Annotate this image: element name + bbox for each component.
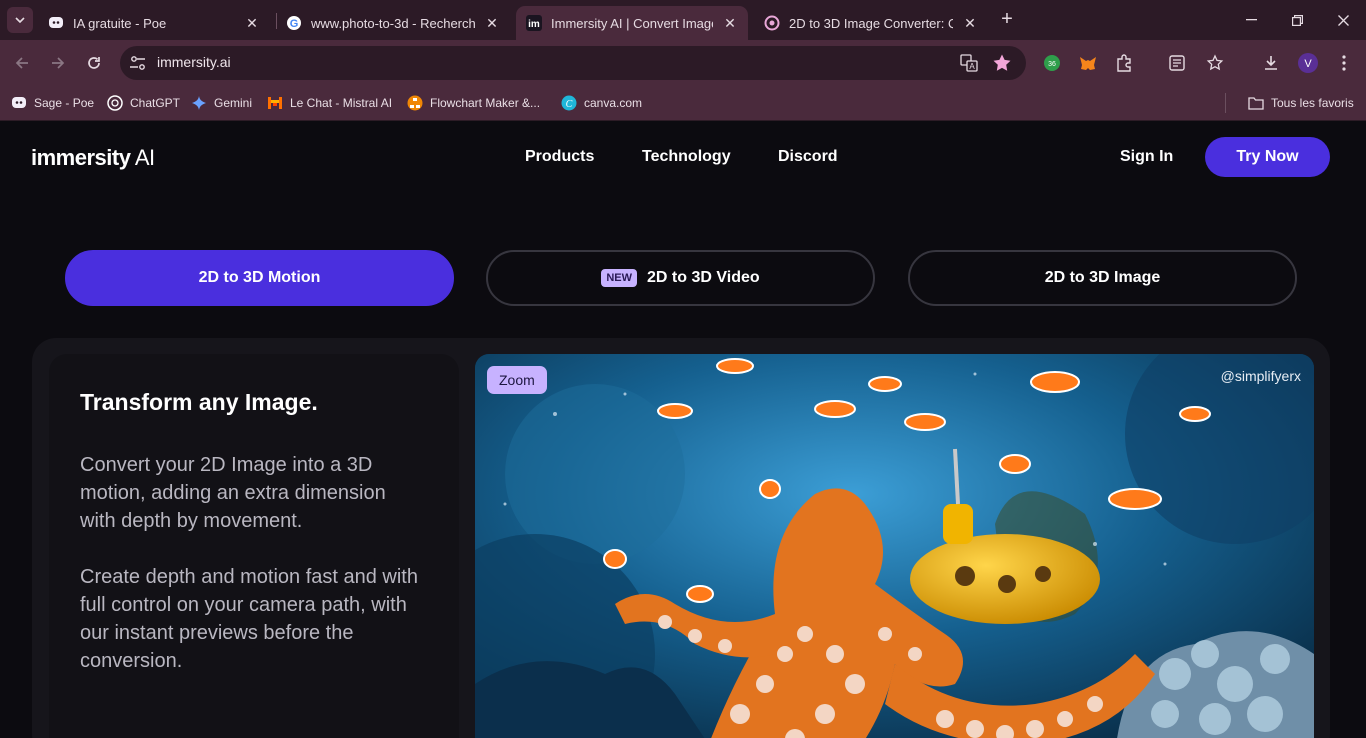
canva-icon: C (561, 95, 577, 111)
nav-discord[interactable]: Discord (778, 148, 838, 166)
tab-google[interactable]: G www.photo-to-3d - Recherche G ✕ (276, 6, 510, 40)
svg-text:C: C (566, 99, 573, 110)
tab-title: www.photo-to-3d - Recherche G (311, 15, 475, 31)
bookmarks-bar: Sage - Poe ChatGPT Gemini Le Chat - Mist… (0, 86, 1366, 121)
tab-strip: IA gratuite - Poe ✕ G www.photo-to-3d - … (0, 0, 1366, 40)
bookmark-label: Tous les favoris (1271, 96, 1354, 110)
site-logo[interactable]: immersity AI (31, 145, 155, 171)
drawio-icon (407, 95, 423, 111)
nav-products[interactable]: Products (525, 148, 594, 166)
mode-label: 2D to 3D Video (647, 269, 760, 286)
tab-search-button[interactable] (7, 7, 33, 33)
bookmark-star-icon[interactable] (992, 53, 1012, 78)
logo-suffix: AI (130, 145, 155, 170)
bookmark-label: Gemini (214, 96, 253, 110)
translate-icon[interactable]: A (960, 54, 978, 77)
tab-title: IA gratuite - Poe (73, 15, 167, 31)
all-bookmarks[interactable]: Tous les favoris (1248, 93, 1354, 113)
tab-converter[interactable]: 2D to 3D Image Converter: Quic ✕ (754, 6, 988, 40)
tab-immersity[interactable]: im Immersity AI | Convert Image an ✕ (516, 6, 748, 40)
close-window-button[interactable] (1320, 6, 1366, 34)
close-icon[interactable]: ✕ (962, 15, 978, 32)
new-tab-button[interactable]: + (996, 8, 1018, 30)
restore-button[interactable] (1274, 6, 1320, 34)
bookmark-label: ChatGPT (130, 96, 181, 110)
mistral-icon (267, 95, 283, 111)
close-icon[interactable]: ✕ (722, 15, 738, 32)
gemini-icon (191, 95, 207, 111)
credit-handle: @simplifyerx (1220, 368, 1301, 384)
try-now-button[interactable]: Try Now (1205, 137, 1330, 177)
back-button[interactable] (8, 50, 36, 76)
svg-text:G: G (290, 18, 299, 30)
bookmark-canva[interactable]: C canva.com (561, 93, 642, 113)
svg-text:36: 36 (1048, 61, 1056, 68)
immersity-icon: im (526, 15, 542, 31)
feature-paragraph-2: Create depth and motion fast and with fu… (80, 566, 418, 672)
profile-avatar[interactable]: V (1296, 51, 1320, 75)
bookmark-le-chat[interactable]: Le Chat - Mistral AI (267, 93, 392, 113)
google-icon: G (286, 15, 302, 31)
poe-icon (11, 95, 27, 111)
zoom-badge: Zoom (487, 366, 547, 394)
favorites-icon[interactable] (1203, 51, 1227, 75)
url-text: immersity.ai (157, 54, 231, 70)
extensions-icon[interactable] (1112, 51, 1136, 75)
bookmark-chatgpt[interactable]: ChatGPT (107, 93, 180, 113)
converter-icon (764, 15, 780, 31)
extension-360-icon[interactable]: 36 (1040, 51, 1064, 75)
close-icon[interactable]: ✕ (484, 15, 500, 32)
address-bar[interactable]: immersity.ai A (120, 46, 1026, 80)
tab-title: Immersity AI | Convert Image an (551, 15, 713, 31)
feature-paragraph-1: Convert your 2D Image into a 3D motion, … (80, 454, 386, 532)
chatgpt-icon (107, 95, 123, 111)
logo-wordmark: immersity (31, 145, 131, 170)
mode-tab-motion[interactable]: 2D to 3D Motion (65, 250, 454, 306)
reading-list-icon[interactable] (1165, 51, 1189, 75)
reload-button[interactable] (80, 50, 108, 76)
browser-toolbar: immersity.ai A 36 V (0, 40, 1366, 86)
tab-title: 2D to 3D Image Converter: Quic (789, 15, 953, 31)
mode-tab-image[interactable]: 2D to 3D Image (908, 250, 1297, 306)
download-icon[interactable] (1259, 51, 1283, 75)
bookmarks-divider (1225, 93, 1226, 113)
bookmark-label: Sage - Poe (34, 96, 95, 110)
bookmark-gemini[interactable]: Gemini (191, 93, 252, 113)
minimize-button[interactable] (1228, 6, 1274, 34)
forward-button[interactable] (44, 50, 72, 76)
folder-icon (1248, 95, 1264, 111)
bookmark-label: Flowchart Maker &... (430, 96, 541, 110)
nav-technology[interactable]: Technology (642, 148, 731, 166)
mode-label: 2D to 3D Image (1044, 269, 1161, 286)
octopus-underwater-illustration (475, 354, 1314, 738)
menu-icon[interactable] (1332, 51, 1356, 75)
tab-poe[interactable]: IA gratuite - Poe ✕ (38, 6, 270, 40)
browser-chrome: IA gratuite - Poe ✕ G www.photo-to-3d - … (0, 0, 1366, 121)
preview-image[interactable]: Zoom @simplifyerx (475, 354, 1314, 738)
poe-icon (48, 15, 64, 31)
metamask-icon[interactable] (1075, 51, 1099, 75)
mode-label: 2D to 3D Motion (198, 269, 321, 286)
svg-text:A: A (969, 62, 975, 71)
feature-headline: Transform any Image. (80, 389, 318, 415)
svg-text:im: im (528, 19, 540, 30)
bookmark-flowchart[interactable]: Flowchart Maker &... (407, 93, 540, 113)
site-settings-icon[interactable] (129, 55, 147, 76)
bookmark-label: Le Chat - Mistral AI (290, 96, 393, 110)
profile-initial: V (1304, 58, 1312, 70)
close-icon[interactable]: ✕ (244, 15, 260, 32)
bookmark-label: canva.com (584, 96, 643, 110)
mode-tab-video[interactable]: NEW 2D to 3D Video (486, 250, 875, 306)
sign-in-link[interactable]: Sign In (1120, 148, 1173, 166)
web-page: immersity AI Products Technology Discord… (0, 121, 1366, 738)
bookmark-sage-poe[interactable]: Sage - Poe (11, 93, 94, 113)
new-badge: NEW (601, 269, 638, 287)
